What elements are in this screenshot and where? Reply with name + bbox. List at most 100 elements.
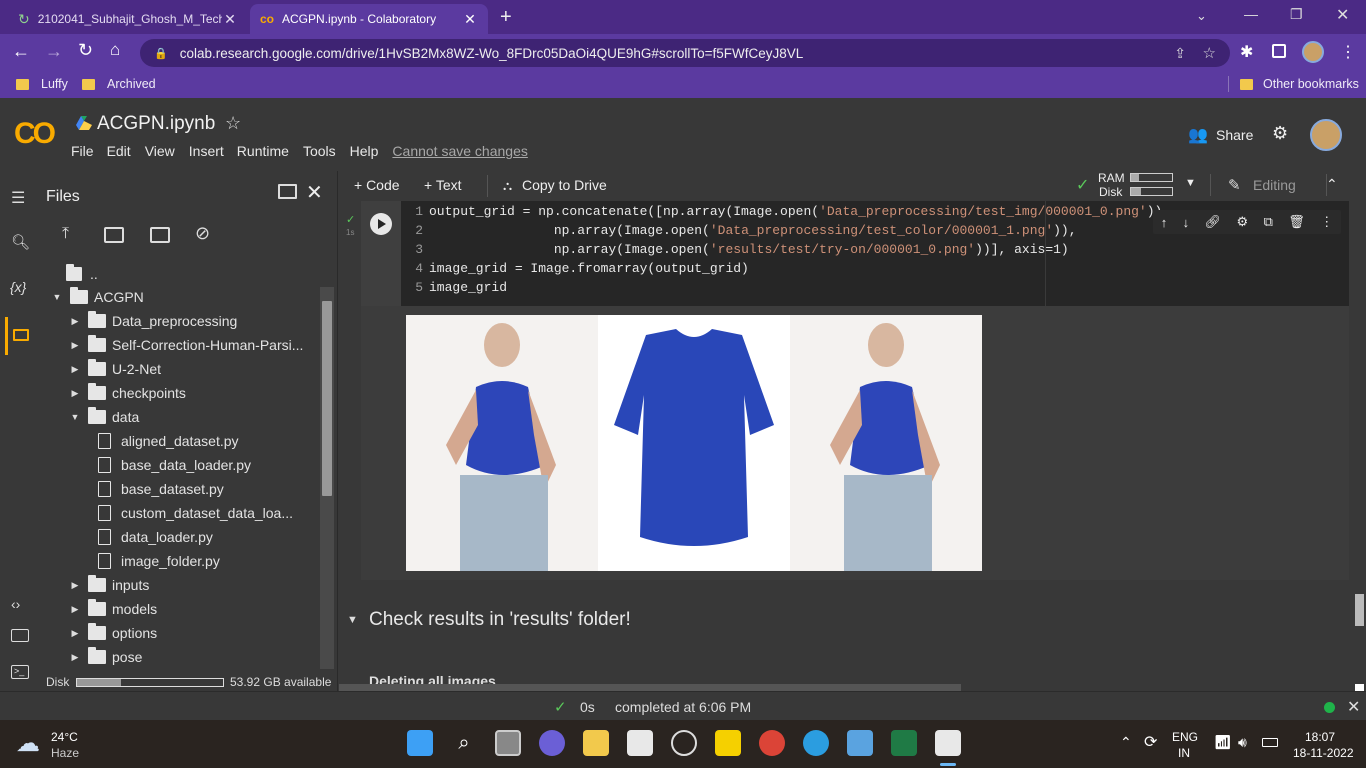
chrome-icon[interactable] bbox=[759, 730, 785, 756]
chat-icon[interactable] bbox=[539, 730, 565, 756]
tree-folder[interactable]: ▶ pose bbox=[68, 645, 142, 669]
tree-folder[interactable]: ▶ models bbox=[68, 597, 157, 621]
section-collapse-icon[interactable]: ▼ bbox=[347, 614, 358, 626]
caret-right-icon[interactable]: ▶ bbox=[68, 604, 82, 615]
share-page-icon[interactable]: ⇪ bbox=[1174, 45, 1186, 62]
disk-resource-bar[interactable] bbox=[1130, 187, 1173, 196]
delete-cell-icon[interactable]: 🗑︎ bbox=[1288, 214, 1305, 230]
collapse-header-icon[interactable]: ⌃ bbox=[1326, 176, 1338, 193]
resources-dropdown-icon[interactable]: ▼ bbox=[1185, 177, 1196, 189]
bookmark-star-icon[interactable]: ☆ bbox=[1203, 44, 1216, 62]
menu-runtime[interactable]: Runtime bbox=[237, 143, 289, 159]
tree-folder[interactable]: ▼ data bbox=[68, 405, 139, 429]
cell-settings-icon[interactable]: ⚙ bbox=[1236, 214, 1248, 230]
tree-file[interactable]: aligned_dataset.py bbox=[88, 429, 239, 453]
menu-tools[interactable]: Tools bbox=[303, 143, 336, 159]
tree-folder[interactable]: ▼ ACGPN bbox=[50, 285, 144, 309]
sticky-notes-icon[interactable] bbox=[715, 730, 741, 756]
tree-file[interactable]: data_loader.py bbox=[88, 525, 213, 549]
upload-file-icon[interactable]: ⤒ bbox=[62, 225, 69, 243]
caret-down-icon[interactable]: ▼ bbox=[68, 412, 82, 422]
extensions-icon[interactable]: ✱ bbox=[1240, 42, 1253, 62]
account-avatar[interactable] bbox=[1310, 119, 1342, 151]
new-tab-button[interactable]: + bbox=[500, 6, 512, 29]
dell-icon[interactable] bbox=[671, 730, 697, 756]
profile-avatar[interactable] bbox=[1302, 41, 1324, 63]
table-of-contents-icon[interactable]: ☰ bbox=[11, 188, 25, 208]
caret-right-icon[interactable]: ▶ bbox=[68, 628, 82, 639]
home-icon[interactable]: ⌂ bbox=[110, 40, 120, 60]
side-panel-icon[interactable] bbox=[1272, 44, 1286, 58]
menu-insert[interactable]: Insert bbox=[189, 143, 224, 159]
tree-file[interactable]: base_dataset.py bbox=[88, 477, 224, 501]
tree-folder[interactable]: ▶ Data_preprocessing bbox=[68, 309, 237, 333]
lang-secondary[interactable]: IN bbox=[1178, 746, 1190, 760]
bookmark-other[interactable]: Other bookmarks bbox=[1240, 70, 1359, 98]
horizontal-scrollbar[interactable] bbox=[339, 684, 961, 691]
refresh-folder-icon[interactable] bbox=[104, 227, 124, 243]
terminal-icon[interactable]: >_ bbox=[11, 665, 29, 679]
files-folder-icon[interactable] bbox=[13, 329, 29, 341]
tree-parent-folder[interactable]: .. bbox=[66, 262, 98, 286]
hide-files-icon[interactable]: ⊘ bbox=[195, 223, 210, 244]
run-cell-button[interactable] bbox=[370, 213, 392, 235]
lang-primary[interactable]: ENG bbox=[1172, 730, 1198, 744]
tree-folder[interactable]: ▶ U-2-Net bbox=[68, 357, 161, 381]
save-status-link[interactable]: Cannot save changes bbox=[392, 143, 527, 159]
status-message[interactable]: completed at 6:06 PM bbox=[615, 699, 751, 715]
file-explorer-icon[interactable] bbox=[583, 730, 609, 756]
caret-down-icon[interactable]: ▼ bbox=[50, 292, 64, 302]
reload-icon[interactable]: ↻ bbox=[78, 40, 93, 61]
caret-right-icon[interactable]: ▶ bbox=[68, 316, 82, 327]
weather-icon[interactable]: ☁ bbox=[16, 729, 40, 758]
tree-folder[interactable]: ▶ Self-Correction-Human-Parsi... bbox=[68, 333, 303, 357]
close-status-icon[interactable]: ✕ bbox=[1347, 697, 1360, 717]
move-up-icon[interactable]: ↑ bbox=[1161, 215, 1168, 230]
snipping-tool-icon[interactable] bbox=[935, 730, 961, 756]
tree-folder[interactable]: ▶ checkpoints bbox=[68, 381, 186, 405]
sync-icon[interactable]: ⟳ bbox=[1144, 732, 1157, 752]
volume-icon[interactable]: 🔊︎ bbox=[1238, 734, 1247, 751]
scrollbar-thumb[interactable] bbox=[322, 301, 332, 496]
window-close-icon[interactable]: ✕ bbox=[1336, 5, 1349, 25]
battery-icon[interactable] bbox=[1262, 738, 1278, 747]
notebook-scrollbar-thumb[interactable] bbox=[1355, 594, 1364, 626]
tree-file[interactable]: custom_dataset_data_loa... bbox=[88, 501, 293, 525]
edge-icon[interactable] bbox=[803, 730, 829, 756]
menu-file[interactable]: File bbox=[71, 143, 94, 159]
sidebar-scrollbar[interactable] bbox=[320, 287, 334, 669]
browser-tab-inactive[interactable]: ↻ 2102041_Subhajit_Ghosh_M_Tech ✕ bbox=[8, 4, 248, 34]
excel-icon[interactable] bbox=[891, 730, 917, 756]
caret-right-icon[interactable]: ▶ bbox=[68, 364, 82, 375]
close-panel-icon[interactable]: ✕ bbox=[306, 180, 323, 205]
star-icon[interactable]: ☆ bbox=[225, 113, 241, 134]
tray-chevron-icon[interactable]: ⌃ bbox=[1120, 734, 1132, 751]
link-icon[interactable]: 🔗︎ bbox=[1205, 214, 1222, 230]
taskbar-search-icon[interactable]: ⌕ bbox=[451, 730, 477, 756]
variables-icon[interactable]: {x} bbox=[10, 279, 26, 295]
mirror-cell-icon[interactable]: ⧉ bbox=[1264, 214, 1273, 230]
code-snippets-icon[interactable]: ‹› bbox=[11, 596, 20, 612]
command-palette-icon[interactable] bbox=[11, 629, 29, 642]
tab-search-chevron-icon[interactable]: ⌄ bbox=[1196, 8, 1207, 24]
code-editor[interactable]: 1 output_grid = np.concatenate([np.array(… bbox=[401, 204, 1170, 299]
caret-right-icon[interactable]: ▶ bbox=[68, 580, 82, 591]
tree-file[interactable]: image_folder.py bbox=[88, 549, 220, 573]
bookmark-archived[interactable]: Archived bbox=[82, 70, 156, 98]
clock-time[interactable]: 18:07 bbox=[1305, 730, 1335, 744]
move-down-icon[interactable]: ↓ bbox=[1183, 215, 1190, 230]
editing-mode-button[interactable]: Editing bbox=[1253, 177, 1296, 193]
weather-desc[interactable]: Haze bbox=[51, 746, 79, 760]
clock-date[interactable]: 18-11-2022 bbox=[1293, 746, 1354, 760]
browser-menu-icon[interactable]: ⋮ bbox=[1340, 42, 1356, 62]
tree-file[interactable]: base_data_loader.py bbox=[88, 453, 251, 477]
wifi-icon[interactable]: 📶︎ bbox=[1214, 734, 1232, 751]
minimize-icon[interactable]: — bbox=[1244, 6, 1258, 22]
caret-right-icon[interactable]: ▶ bbox=[68, 652, 82, 663]
search-icon[interactable]: 🔍︎ bbox=[11, 233, 30, 251]
close-tab-icon[interactable]: ✕ bbox=[462, 11, 478, 28]
menu-view[interactable]: View bbox=[145, 143, 175, 159]
store-icon[interactable] bbox=[627, 730, 653, 756]
bookmark-luffy[interactable]: Luffy bbox=[16, 70, 68, 98]
restore-icon[interactable]: ❐ bbox=[1290, 6, 1303, 23]
